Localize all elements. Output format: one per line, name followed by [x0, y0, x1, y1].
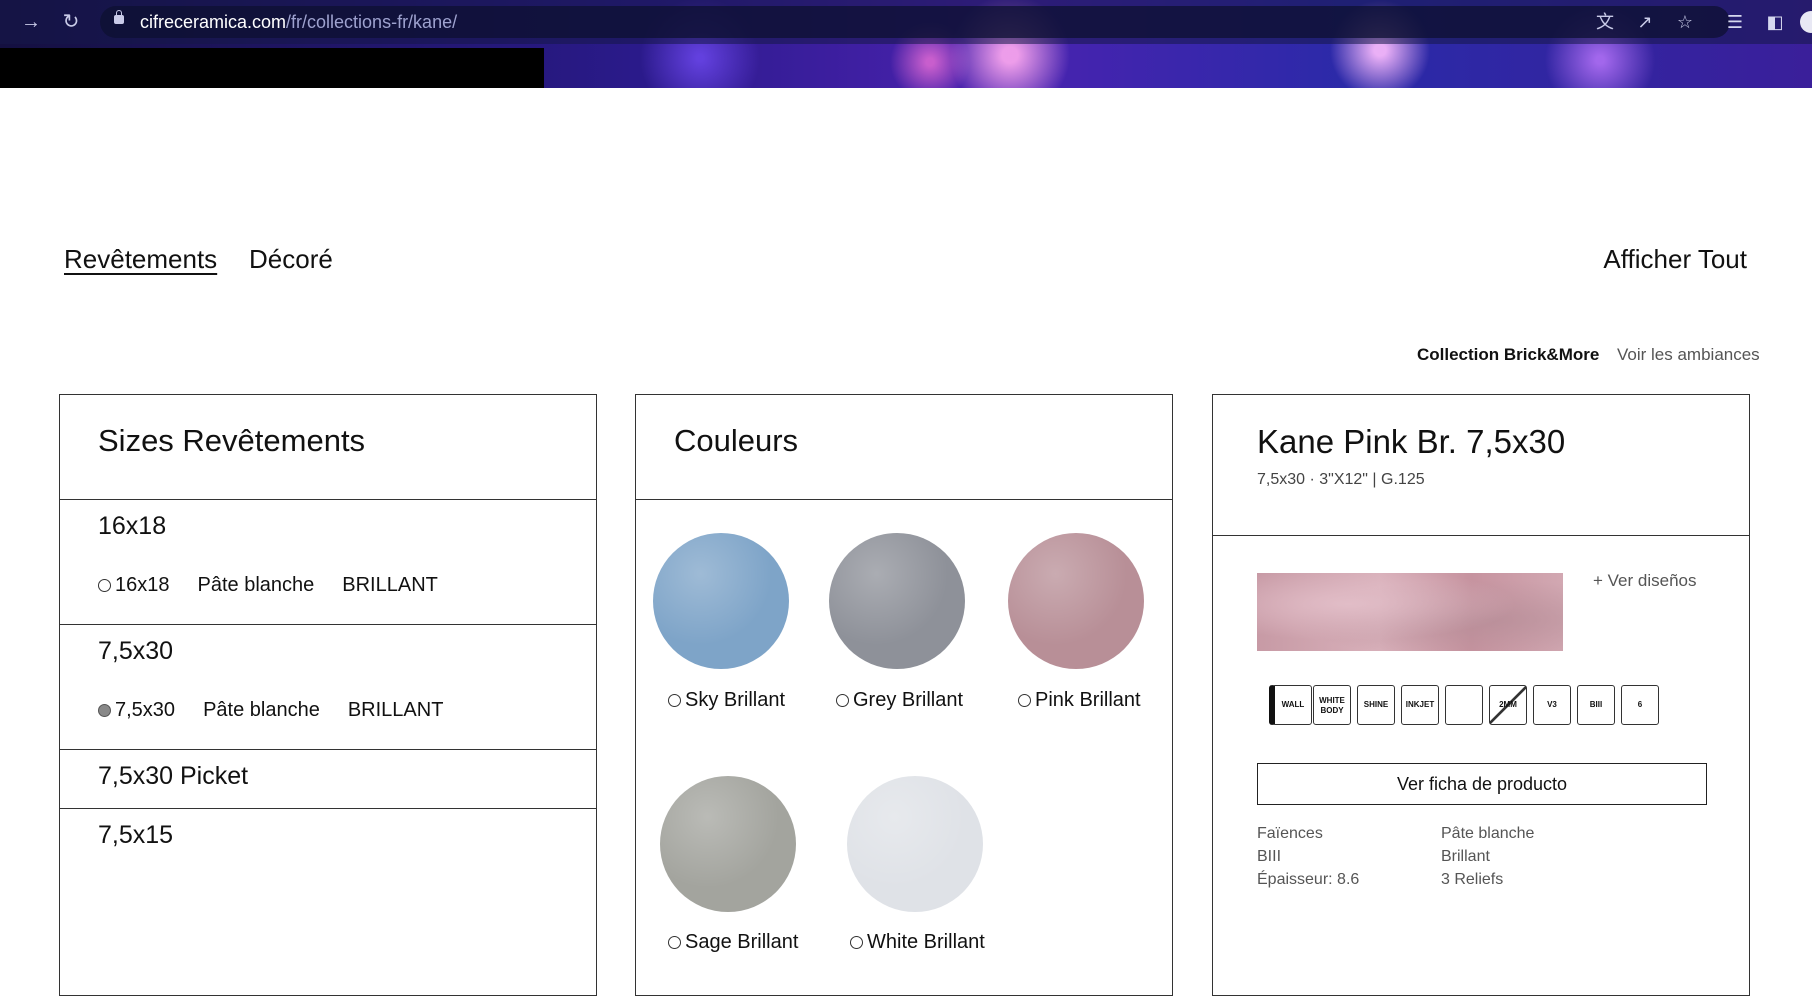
swatch-grey[interactable]: [829, 533, 965, 669]
product-sheet-button[interactable]: Ver ficha de producto: [1257, 763, 1707, 805]
color-label: Grey Brillant: [853, 689, 964, 711]
address-bar[interactable]: cifreceramica.com/fr/collections-fr/kane…: [100, 6, 1730, 38]
specs-left: Faïences BIII Épaisseur: 8.6: [1257, 822, 1359, 891]
forward-icon[interactable]: →: [18, 9, 44, 35]
profile-avatar[interactable]: [1800, 11, 1812, 33]
product-title: Kane Pink Br. 7,5x30: [1257, 423, 1566, 460]
colors-title: Couleurs: [674, 423, 799, 458]
white-body-badge-icon: WHITE BODY: [1313, 685, 1351, 725]
spec-type: Faïences: [1257, 825, 1323, 842]
url-host: cifreceramica.com: [140, 12, 287, 32]
ambiances-link[interactable]: Voir les ambiances: [1617, 345, 1760, 365]
browser-chrome: → ↻ cifreceramica.com/fr/collections-fr/…: [0, 0, 1812, 88]
color-option-grey[interactable]: Grey Brillant: [836, 689, 963, 712]
ver-disenos-link[interactable]: + Ver diseños: [1593, 571, 1697, 591]
radio-unchecked-icon[interactable]: [836, 694, 849, 707]
size-group-16x18: 16x18 16x18 Pâte blanche BRILLANT: [60, 499, 596, 624]
color-option-pink[interactable]: Pink Brillant: [1018, 689, 1141, 712]
spec-group: BIII: [1257, 848, 1282, 865]
swatch-sage[interactable]: [660, 776, 796, 912]
size-group-name: 7,5x30 Picket: [98, 762, 249, 790]
tile-image: [1257, 573, 1563, 651]
size-option-16x18[interactable]: 16x18 Pâte blanche BRILLANT: [98, 574, 438, 597]
option-finish: BRILLANT: [347, 699, 444, 721]
changes-badge-icon: 6: [1621, 685, 1659, 725]
translate-icon[interactable]: 文: [1592, 9, 1618, 35]
wall-badge-icon: WALL: [1269, 685, 1312, 725]
sidebar-icon[interactable]: ◧: [1762, 9, 1788, 35]
size-group-7-5x30: 7,5x30 7,5x30 Pâte blanche BRILLANT: [60, 624, 596, 749]
option-body: Pâte blanche: [203, 699, 320, 721]
spec-reliefs: 3 Reliefs: [1441, 871, 1504, 888]
spec-body: Pâte blanche: [1441, 825, 1535, 842]
size-option-7-5x30[interactable]: 7,5x30 Pâte blanche BRILLANT: [98, 699, 443, 722]
radio-unchecked-icon[interactable]: [98, 579, 111, 592]
size-group-picket[interactable]: 7,5x30 Picket: [60, 749, 596, 808]
size-group-name[interactable]: 16x18: [98, 512, 166, 541]
show-all-link[interactable]: Afficher Tout: [1603, 244, 1747, 275]
sizes-panel: Sizes Revêtements 16x18 16x18 Pâte blanch…: [59, 394, 597, 996]
inkjet-badge-icon: INKJET: [1401, 685, 1439, 725]
collection-link[interactable]: Collection Brick&More: [1417, 345, 1599, 365]
thickness-badge-icon: 2MM: [1489, 685, 1527, 725]
tab-revetements[interactable]: Revêtements: [64, 244, 217, 275]
redacted-area: [0, 48, 544, 88]
option-size: 16x18: [115, 574, 170, 596]
color-label: Sky Brillant: [685, 689, 786, 711]
swatch-sky[interactable]: [653, 533, 789, 669]
option-finish: BRILLANT: [342, 574, 438, 596]
radio-unchecked-icon[interactable]: [668, 936, 681, 949]
star-icon[interactable]: ☆: [1672, 9, 1698, 35]
url-path: /fr/collections-fr/kane/: [286, 12, 458, 32]
option-size: 7,5x30: [115, 699, 176, 721]
swatch-white[interactable]: [847, 776, 983, 912]
size-group-7-5x15[interactable]: 7,5x15: [60, 808, 596, 969]
specs-right: Pâte blanche Brillant 3 Reliefs: [1441, 822, 1534, 891]
absorption-badge-icon: BIII: [1577, 685, 1615, 725]
browser-toolbar: → ↻ cifreceramica.com/fr/collections-fr/…: [0, 0, 1812, 44]
variation-badge-icon: V3: [1533, 685, 1571, 725]
color-option-sky[interactable]: Sky Brillant: [668, 689, 785, 712]
share-icon[interactable]: ↗: [1632, 9, 1658, 35]
color-option-sage[interactable]: Sage Brillant: [668, 931, 798, 954]
reload-icon[interactable]: ↻: [58, 9, 84, 35]
spec-thickness: Épaisseur: 8.6: [1257, 871, 1360, 888]
radio-unchecked-icon[interactable]: [668, 694, 681, 707]
option-body: Pâte blanche: [197, 574, 315, 596]
divider: [1213, 535, 1749, 536]
color-label: White Brillant: [867, 931, 985, 953]
color-label: Sage Brillant: [685, 931, 799, 953]
product-subtitle: 7,5x30 · 3"X12" | G.125: [1257, 471, 1425, 488]
url-text[interactable]: cifreceramica.com/fr/collections-fr/kane…: [140, 12, 457, 33]
size-group-name: 7,5x15: [98, 821, 174, 849]
shine-badge-icon: SHINE: [1357, 685, 1395, 725]
color-option-white[interactable]: White Brillant: [850, 931, 985, 954]
color-label: Pink Brillant: [1035, 689, 1141, 711]
radio-unchecked-icon[interactable]: [850, 936, 863, 949]
swatch-pink[interactable]: [1008, 533, 1144, 669]
dimensions-badge-icon: [1445, 685, 1483, 725]
colors-panel: Couleurs Sky Brillant Grey Brillant Pink…: [635, 394, 1173, 996]
lock-icon: [114, 10, 124, 24]
reading-list-icon[interactable]: ☰: [1722, 9, 1748, 35]
size-group-name[interactable]: 7,5x30: [98, 637, 173, 666]
tab-decore[interactable]: Décoré: [249, 244, 333, 275]
divider: [636, 499, 1172, 500]
radio-unchecked-icon[interactable]: [1018, 694, 1031, 707]
spec-finish: Brillant: [1441, 848, 1490, 865]
product-panel: Kane Pink Br. 7,5x30 7,5x30 · 3"X12" | G…: [1212, 394, 1750, 996]
radio-checked-icon[interactable]: [98, 704, 111, 717]
sizes-title: Sizes Revêtements: [98, 423, 366, 458]
